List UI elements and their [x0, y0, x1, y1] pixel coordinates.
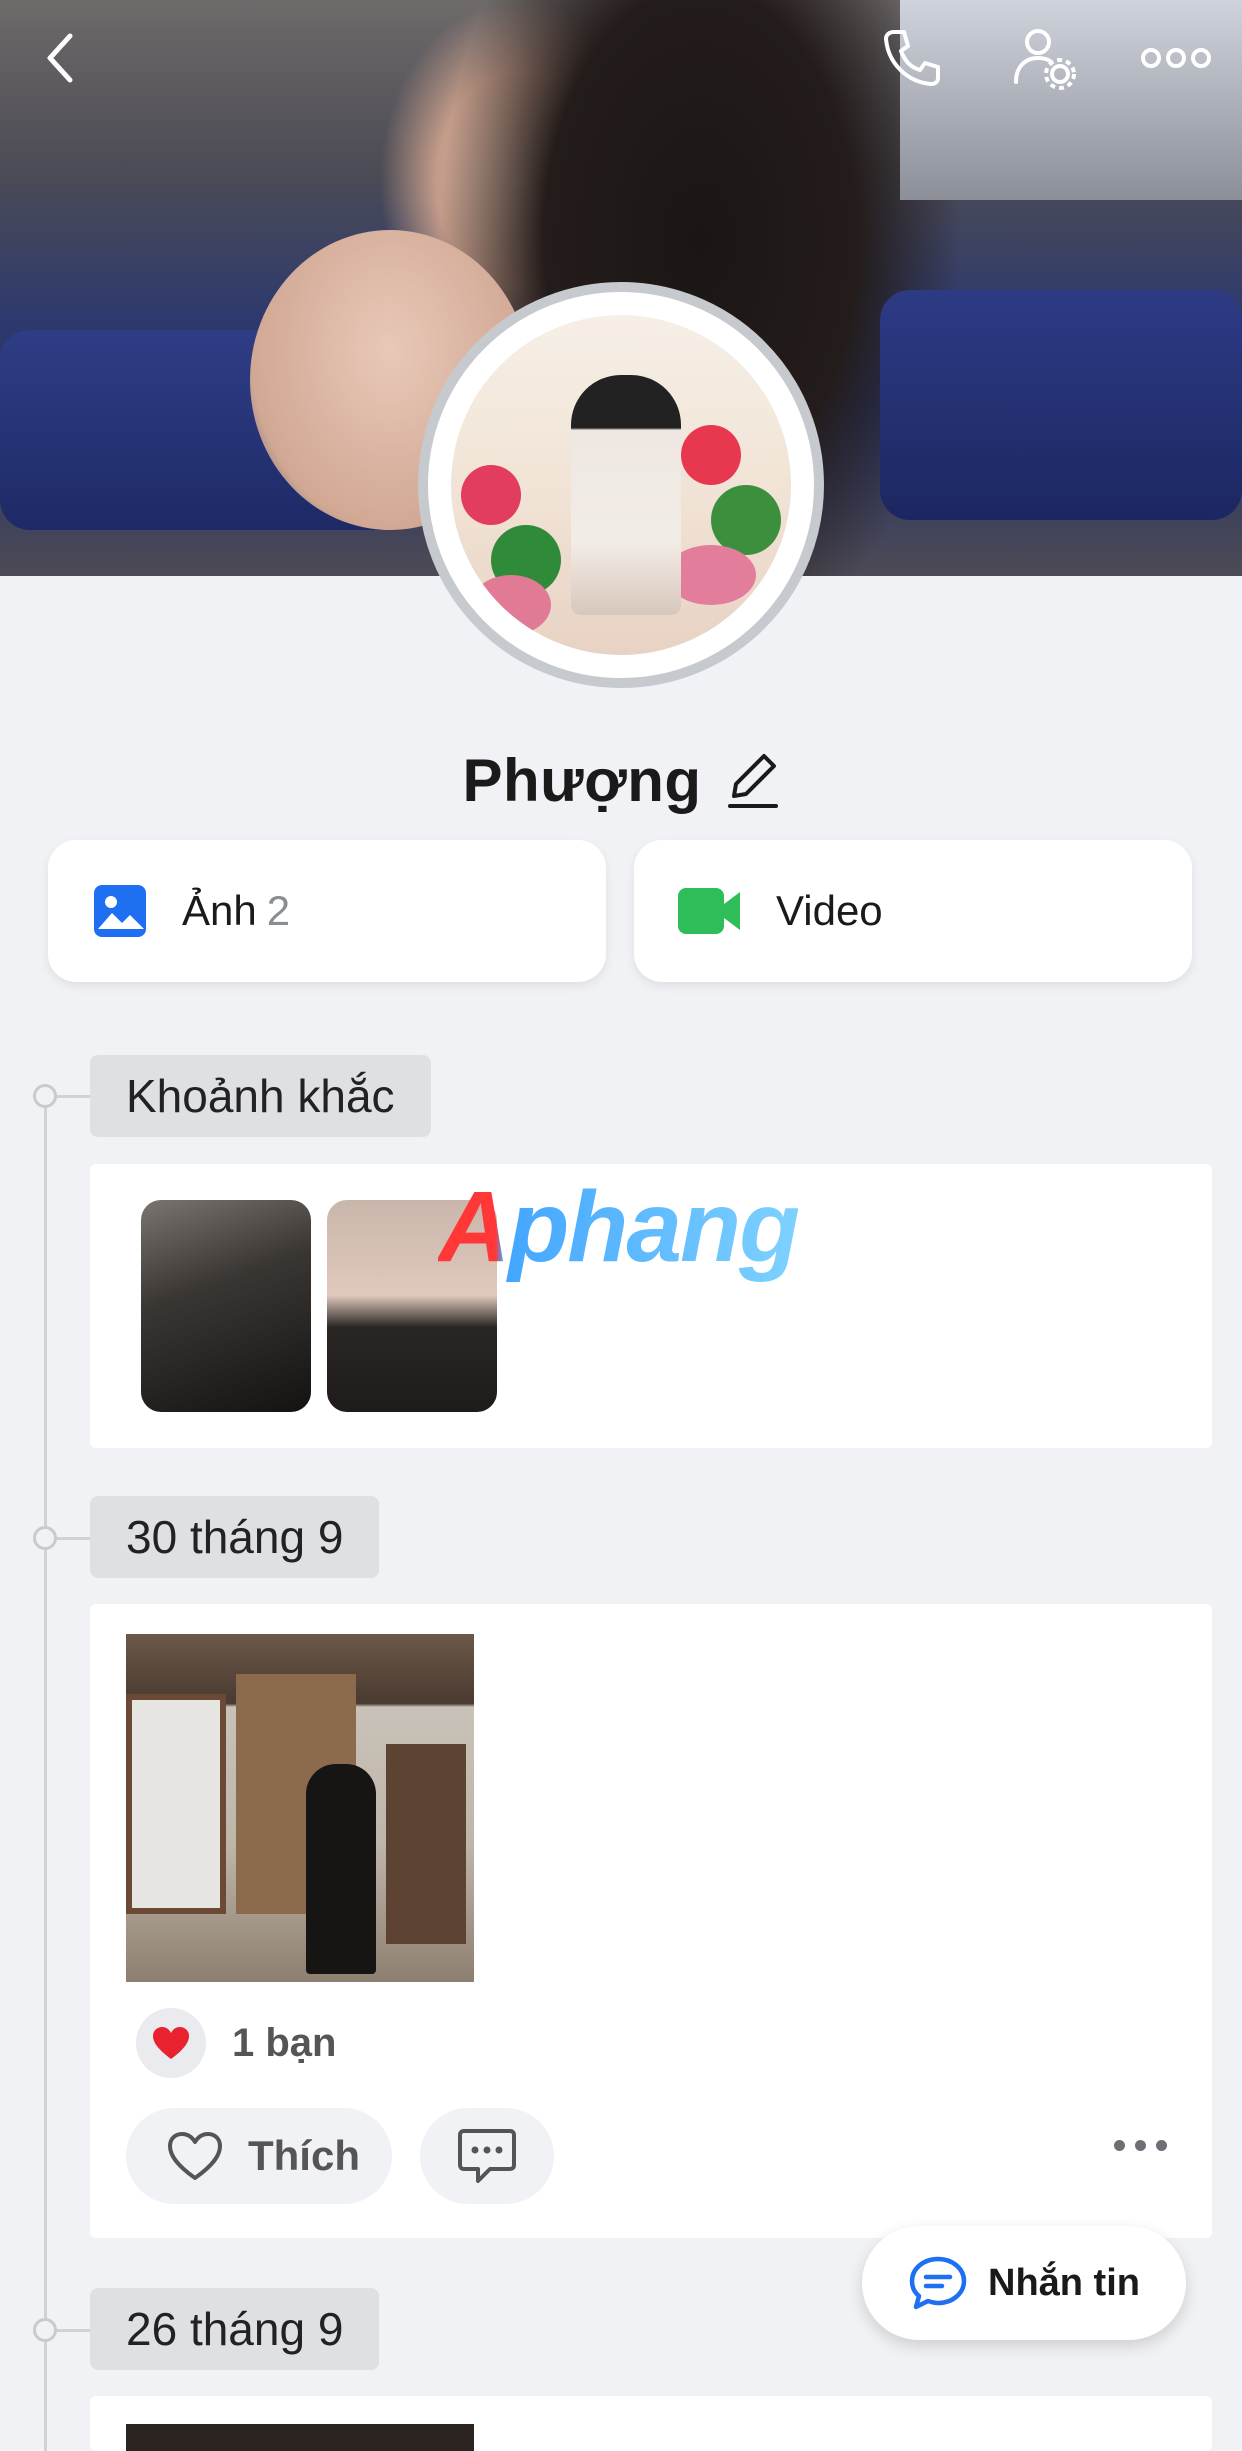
like-button[interactable]: Thích — [126, 2108, 392, 2204]
photos-tile[interactable]: Ảnh 2 — [48, 840, 606, 982]
post-photo[interactable] — [126, 1634, 474, 1982]
reaction-bubble — [136, 2008, 206, 2078]
cover-sofa-right — [880, 290, 1242, 520]
profile-settings-button[interactable] — [1004, 18, 1084, 98]
timeline-dot — [33, 1526, 57, 1550]
timeline-connector — [57, 2329, 91, 2332]
photos-count: 2 — [266, 887, 291, 934]
moment-thumbnail[interactable] — [141, 1200, 311, 1412]
message-label: Nhắn tin — [988, 2261, 1140, 2304]
more-dot — [1156, 2140, 1167, 2151]
video-label: Video — [776, 887, 883, 934]
more-dot — [1114, 2140, 1125, 2151]
timeline-dot — [33, 1084, 57, 1108]
comment-icon — [458, 2129, 516, 2183]
video-tile[interactable]: Video — [634, 840, 1192, 982]
pencil-icon[interactable] — [724, 750, 780, 810]
back-button[interactable] — [20, 18, 100, 98]
phone-icon — [884, 30, 940, 86]
chat-bubble-icon — [909, 2256, 967, 2310]
more-options-button[interactable] — [1136, 18, 1216, 98]
avatar-frame[interactable] — [418, 282, 824, 688]
timeline-dot — [33, 2318, 57, 2342]
timeline-connector — [57, 1537, 91, 1540]
post-photo[interactable] — [126, 2424, 474, 2451]
heart-reaction-icon — [153, 2027, 189, 2059]
top-bar — [0, 0, 1242, 110]
more-icon — [1141, 48, 1211, 68]
avatar — [451, 315, 791, 655]
like-label: Thích — [248, 2132, 360, 2179]
comment-button[interactable] — [420, 2108, 554, 2204]
profile-name: Phượng — [462, 746, 702, 814]
more-dot — [1135, 2140, 1146, 2151]
timeline-line — [44, 1094, 47, 2451]
heart-outline-icon — [168, 2132, 222, 2180]
profile-name-row: Phượng — [0, 740, 1242, 820]
call-button[interactable] — [872, 18, 952, 98]
timeline-connector — [57, 1095, 91, 1098]
video-icon — [678, 888, 740, 934]
photos-label: Ảnh 2 — [182, 887, 291, 934]
moments-header: Khoảnh khắc — [90, 1055, 431, 1137]
watermark-logo: Aphang — [438, 1171, 800, 1283]
date-header: 26 tháng 9 — [90, 2288, 380, 2370]
back-icon — [47, 33, 73, 83]
user-settings-icon — [1014, 29, 1076, 90]
post-more-button[interactable] — [1114, 2140, 1167, 2151]
photo-icon — [94, 885, 146, 937]
message-button[interactable]: Nhắn tin — [862, 2226, 1186, 2340]
reaction-count: 1 bạn — [232, 2020, 337, 2065]
date-header: 30 tháng 9 — [90, 1496, 380, 1578]
reaction-summary[interactable]: 1 bạn — [136, 2008, 336, 2078]
